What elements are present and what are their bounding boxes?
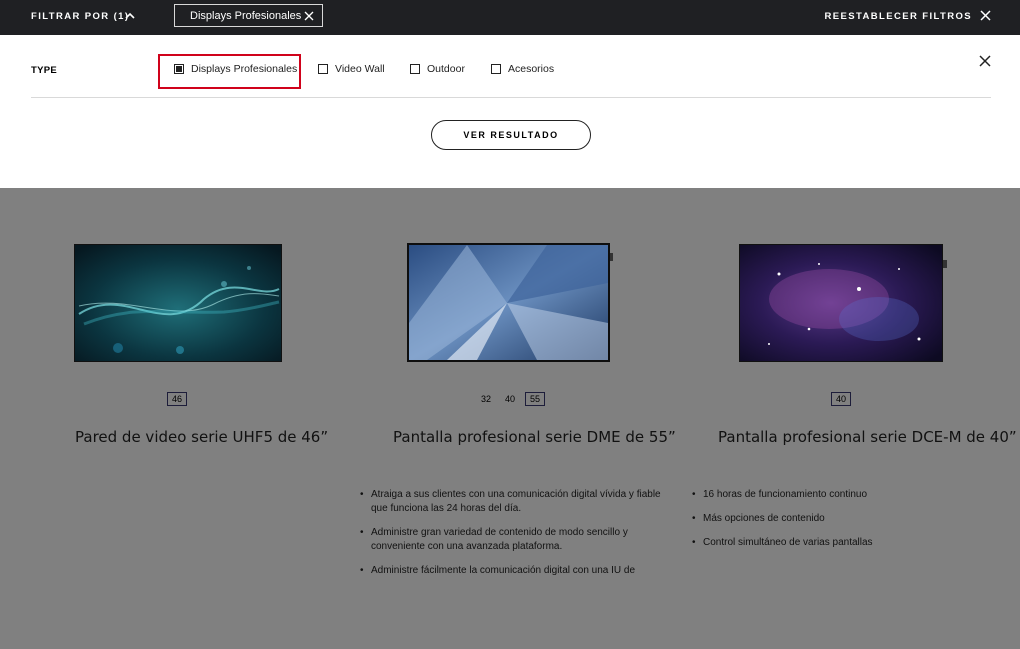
feature-list: 16 horas de funcionamiento continuo Más … bbox=[692, 488, 992, 560]
close-icon[interactable] bbox=[304, 11, 314, 21]
panel-divider bbox=[31, 97, 991, 98]
reset-filters-link[interactable]: REESTABLECER FILTROS bbox=[825, 11, 972, 22]
filter-option-displays-profesionales[interactable]: Displays Profesionales bbox=[174, 63, 297, 75]
checkbox[interactable] bbox=[410, 64, 420, 74]
filter-topbar: FILTRAR POR (1) Displays Profesionales R… bbox=[0, 0, 1020, 35]
product-image-dce-m[interactable] bbox=[739, 244, 947, 362]
chevron-up-icon[interactable] bbox=[124, 10, 136, 22]
size-selector: 46 bbox=[167, 392, 188, 406]
close-icon[interactable] bbox=[979, 55, 991, 67]
feature-item: Atraiga a sus clientes con una comunicac… bbox=[360, 488, 665, 516]
product-title[interactable]: Pantalla profesional serie DCE-M de 40” bbox=[718, 428, 1017, 446]
size-selector: 40 bbox=[831, 392, 852, 406]
feature-item: Administre fácilmente la comunicación di… bbox=[360, 564, 665, 578]
filter-option-acesorios[interactable]: Acesorios bbox=[491, 63, 554, 75]
feature-item: 16 horas de funcionamiento continuo bbox=[692, 488, 992, 502]
filter-panel: TYPE Displays Profesionales Video Wall O… bbox=[0, 35, 1020, 188]
feature-item: Más opciones de contenido bbox=[692, 512, 992, 526]
filter-option-label: Acesorios bbox=[508, 63, 555, 75]
size-selector: 32 40 55 bbox=[477, 392, 546, 406]
filter-option-label: Video Wall bbox=[335, 63, 385, 75]
filter-toggle-label[interactable]: FILTRAR POR (1) bbox=[31, 11, 129, 22]
active-filter-chip[interactable]: Displays Profesionales bbox=[174, 4, 323, 27]
ver-resultado-button[interactable]: VER RESULTADO bbox=[431, 120, 591, 150]
checkbox[interactable] bbox=[491, 64, 501, 74]
size-option-40[interactable]: 40 bbox=[501, 393, 519, 405]
active-filter-chip-label: Displays Profesionales bbox=[190, 9, 302, 22]
checkbox-checked[interactable] bbox=[174, 64, 184, 74]
filter-type-label: TYPE bbox=[31, 65, 58, 76]
product-image-uhf5[interactable] bbox=[74, 244, 282, 362]
product-title[interactable]: Pared de video serie UHF5 de 46” bbox=[75, 428, 328, 446]
filter-option-label: Displays Profesionales bbox=[191, 63, 298, 75]
close-icon[interactable] bbox=[980, 10, 991, 21]
filter-option-video-wall[interactable]: Video Wall bbox=[318, 63, 385, 75]
feature-item: Administre gran variedad de contenido de… bbox=[360, 526, 665, 554]
size-option-55[interactable]: 55 bbox=[525, 392, 546, 406]
size-option-46[interactable]: 46 bbox=[167, 392, 188, 406]
feature-list: Atraiga a sus clientes con una comunicac… bbox=[360, 488, 665, 588]
product-image-dme[interactable] bbox=[407, 243, 613, 362]
size-option-32[interactable]: 32 bbox=[477, 393, 495, 405]
product-title[interactable]: Pantalla profesional serie DME de 55” bbox=[393, 428, 676, 446]
filter-option-outdoor[interactable]: Outdoor bbox=[410, 63, 465, 75]
feature-item: Control simultáneo de varias pantallas bbox=[692, 536, 992, 550]
filter-option-label: Outdoor bbox=[427, 63, 465, 75]
checkbox[interactable] bbox=[318, 64, 328, 74]
size-option-40[interactable]: 40 bbox=[831, 392, 852, 406]
